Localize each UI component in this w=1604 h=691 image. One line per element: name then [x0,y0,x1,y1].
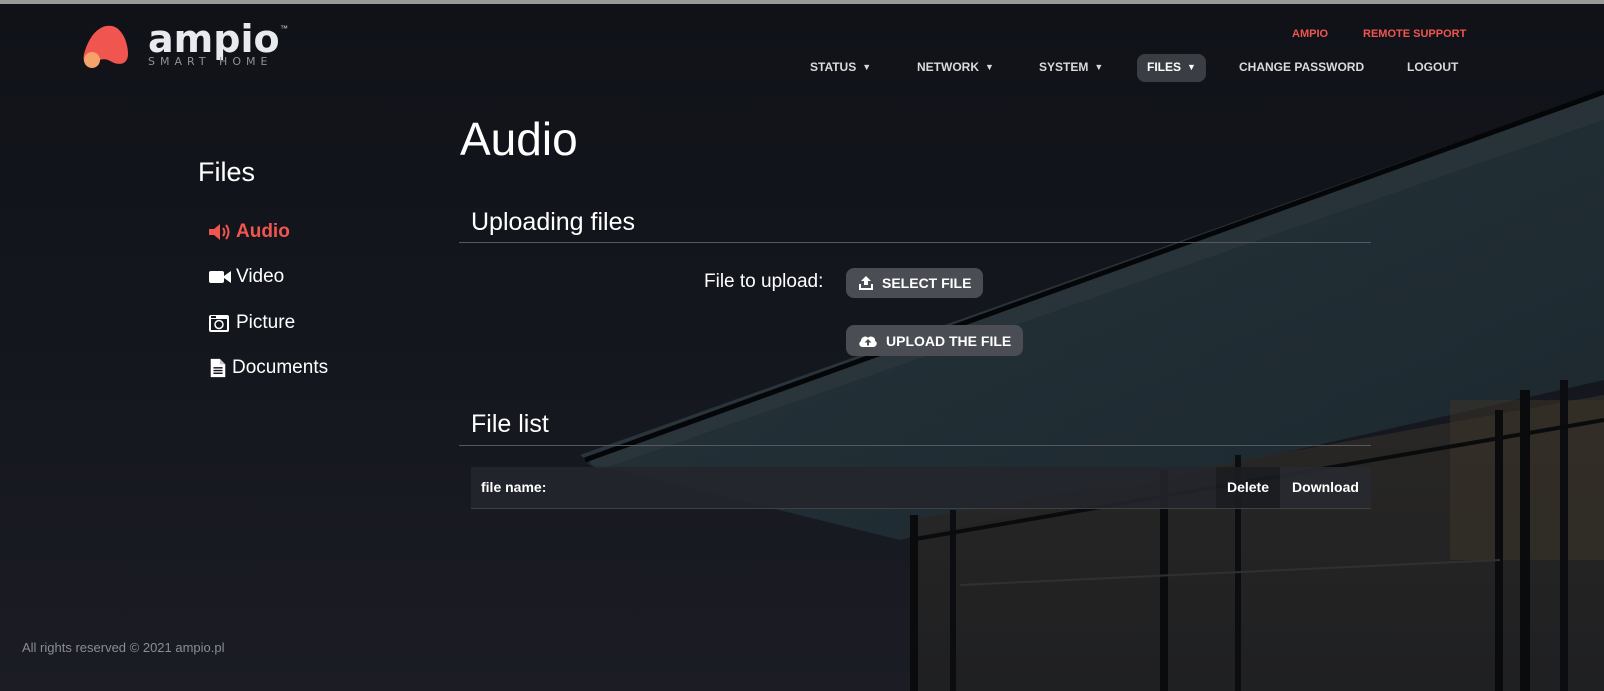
nav-logout[interactable]: LOGOUT [1397,54,1468,82]
chevron-down-icon: ▼ [1187,62,1196,72]
chevron-down-icon: ▼ [1094,62,1104,72]
file-list-heading: File list [471,410,549,438]
nav-status-label: STATUS [810,60,857,74]
sidebar-item-picture[interactable]: Picture [208,312,295,334]
nav-status[interactable]: STATUS ▼ [800,54,881,82]
nav-change-password[interactable]: CHANGE PASSWORD [1229,54,1374,82]
top-border [0,0,1604,4]
nav-files[interactable]: FILES ▼ [1137,54,1206,82]
document-icon [210,358,226,378]
upload-file-label: UPLOAD THE FILE [886,332,1012,349]
nav-files-label: FILES [1147,60,1182,74]
chevron-down-icon: ▼ [862,62,872,72]
file-table-header: file name: Delete Download [471,467,1371,508]
file-to-upload-label: File to upload: [704,271,824,292]
column-header-delete: Delete [1216,467,1280,508]
video-camera-icon [209,271,231,283]
nav-system-label: SYSTEM [1039,60,1089,74]
logo-trademark: ™ [280,24,288,33]
remote-support-link[interactable]: REMOTE SUPPORT [1363,28,1466,40]
nav-system[interactable]: SYSTEM ▼ [1029,54,1113,82]
cloud-upload-icon [859,336,877,347]
column-header-file-name: file name: [471,467,1216,508]
page-title: Audio [460,113,578,165]
sidebar-item-label: Documents [232,357,329,378]
table-divider [471,508,1371,509]
sidebar-item-label: Audio [236,221,290,242]
photo-camera-icon [209,315,229,332]
upload-icon [859,276,873,290]
divider [459,445,1371,446]
select-file-button[interactable]: SELECT FILE [846,268,984,298]
background-image [580,89,1604,691]
nav-network-label: NETWORK [917,60,979,74]
speaker-icon [209,224,230,240]
divider [459,242,1371,243]
sidebar-item-label: Video [236,266,285,287]
uploading-files-heading: Uploading files [471,208,635,236]
footer-copyright: All rights reserved © 2021 ampio.pl [22,640,225,655]
sidebar-title: Files [198,157,256,187]
logo-text: ampio [148,17,280,61]
sidebar-item-video[interactable]: Video [208,266,284,288]
sidebar-item-label: Picture [236,312,296,333]
column-header-download: Download [1280,467,1371,508]
sidebar-item-audio[interactable]: Audio [208,221,290,243]
nav-logout-label: LOGOUT [1407,60,1459,74]
sidebar-item-documents[interactable]: Documents [208,357,328,379]
nav-change-password-label: CHANGE PASSWORD [1239,60,1365,74]
chevron-down-icon: ▼ [985,62,994,72]
nav-network[interactable]: NETWORK ▼ [907,54,1004,82]
select-file-label: SELECT FILE [882,275,972,291]
page: ampio ™ SMART HOME AMPIO REMOTE SUPPORT … [0,0,1604,691]
logo-subtitle: SMART HOME [148,55,273,68]
ampio-link[interactable]: AMPIO [1292,28,1328,40]
upload-file-button[interactable]: UPLOAD THE FILE [846,325,1024,356]
